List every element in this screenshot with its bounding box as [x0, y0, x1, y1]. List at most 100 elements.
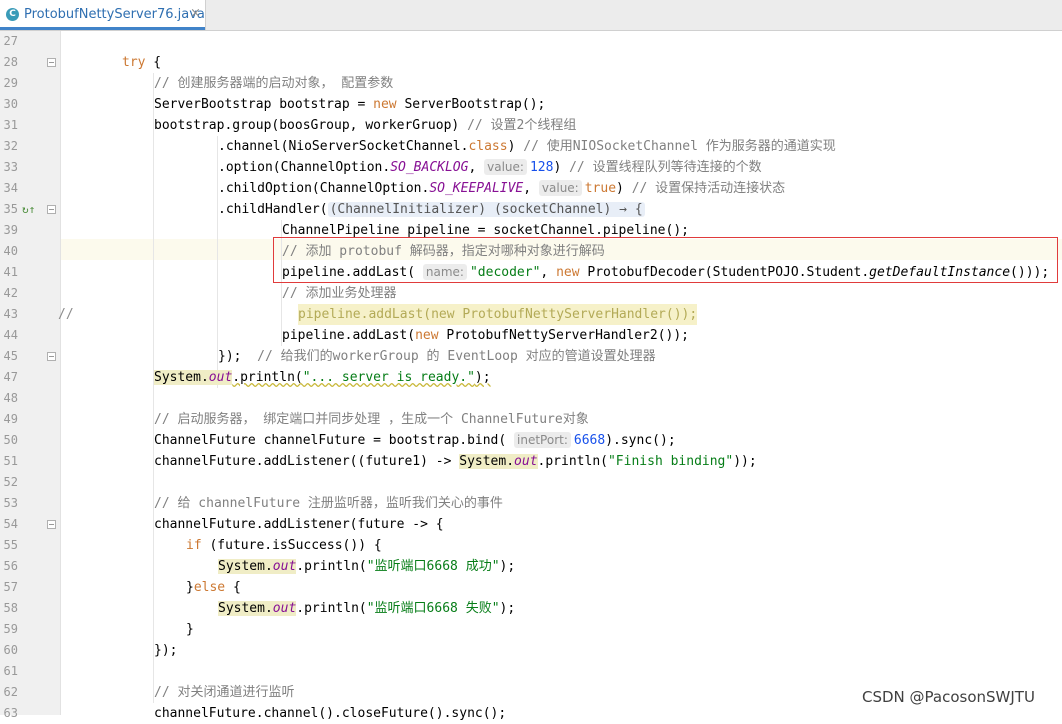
code-text: System. [459, 454, 515, 469]
line-number[interactable]: 47 [0, 367, 18, 388]
comment: // 使用NIOSocketChannel 作为服务器的通道实现 [523, 139, 836, 154]
line-number[interactable]: 28 [0, 52, 18, 73]
fold-toggle-icon[interactable] [47, 520, 56, 529]
code-line-58: System.out.println("监听端口6668 失败"); [218, 598, 515, 619]
code-line-55: if (future.isSuccess()) { [186, 535, 382, 556]
keyword: true [584, 181, 617, 196]
tab-title[interactable]: ProtobufNettyServer76.java [24, 7, 205, 22]
line-number[interactable]: 31 [0, 115, 18, 136]
line-number[interactable]: 57 [0, 577, 18, 598]
line-number[interactable]: 50 [0, 430, 18, 451]
line-number[interactable]: 45 [0, 346, 18, 367]
code-text: channelFuture.addListener((future1) -> [154, 454, 460, 469]
code-line-28: try { [122, 52, 161, 73]
code-text: ProtobufNettyServerHandler2()); [438, 328, 689, 343]
code-text: , [523, 181, 539, 196]
line-number[interactable]: 43 [0, 304, 18, 325]
code-line-44: pipeline.addLast(new ProtobufNettyServer… [282, 325, 689, 346]
comment: // 给我们的workerGroup 的 EventLoop 对应的管道设置处理… [257, 349, 656, 364]
code-line-42: // 添加业务处理器 [282, 286, 397, 301]
line-number[interactable]: 56 [0, 556, 18, 577]
line-number[interactable]: 55 [0, 535, 18, 556]
line-number[interactable]: 32 [0, 136, 18, 157]
constant: SO_KEEPALIVE [429, 181, 524, 196]
fold-toggle-icon[interactable] [47, 58, 56, 67]
implementation-marker-icon[interactable]: ↻↑ [22, 199, 35, 220]
code-text: .println( [537, 454, 608, 469]
code-text: .println( [296, 601, 367, 616]
line-number[interactable]: 29 [0, 73, 18, 94]
keyword: if [186, 538, 202, 553]
code-line-53: // 给 channelFuture 注册监听器，监听我们关心的事件 [154, 496, 503, 511]
line-number[interactable]: 35 [0, 199, 18, 220]
code-text: ); [499, 601, 516, 616]
code-line-51: channelFuture.addListener((future1) -> S… [154, 451, 757, 472]
code-line-32: .channel(NioServerSocketChannel.class) /… [218, 136, 836, 157]
line-number[interactable]: 27 [0, 31, 18, 52]
line-number[interactable]: 61 [0, 661, 18, 682]
line-number[interactable]: 49 [0, 409, 18, 430]
line-number[interactable]: 51 [0, 451, 18, 472]
code-text: , [468, 160, 485, 175]
fold-toggle-icon[interactable] [47, 205, 56, 214]
line-number[interactable]: 52 [0, 472, 18, 493]
line-number[interactable]: 54 [0, 514, 18, 535]
line-number[interactable]: 53 [0, 493, 18, 514]
line-number[interactable]: 44 [0, 325, 18, 346]
code-line-59: } [186, 622, 194, 637]
line-number[interactable]: 58 [0, 598, 18, 619]
code-text: ); [474, 370, 491, 385]
keyword: class [468, 139, 508, 154]
line-number[interactable]: 62 [0, 682, 18, 703]
number-literal: 6668 [573, 433, 606, 448]
gutter-content: 27 28 29 30 31 32 33 34 35 39 40 41 42 43 44 45 47 48 49 50… [0, 31, 74, 720]
constant: SO_BACKLOG [390, 160, 469, 175]
code-line-29: // 创建服务器端的启动对象， 配置参数 [154, 76, 394, 91]
code-text: ).sync(); [605, 433, 676, 448]
code-text: .childHandler( [218, 202, 328, 217]
line-number[interactable]: 39 [0, 220, 18, 241]
code-text: System. [218, 559, 273, 574]
code-text: .option(ChannelOption. [218, 160, 391, 175]
line-number[interactable]: 33 [0, 157, 18, 178]
line-number[interactable]: 59 [0, 619, 18, 640]
fold-toggle-icon[interactable] [47, 352, 56, 361]
code-text: { [145, 55, 162, 70]
code-line-33: .option(ChannelOption.SO_BACKLOG, value:… [218, 157, 762, 178]
line-number[interactable]: 30 [0, 94, 18, 115]
number-literal: 128 [529, 160, 554, 175]
parameter-hint: value: [484, 159, 527, 175]
code-line-34: .childOption(ChannelOption.SO_KEEPALIVE,… [218, 178, 785, 199]
code-text: ) [553, 160, 570, 175]
code-text: pipeline.addLast( [282, 328, 416, 343]
line-number[interactable]: 40 [0, 241, 18, 262]
keyword: new [431, 307, 455, 322]
code-text: System. [218, 601, 273, 616]
code-text: ) [616, 181, 632, 196]
static-field: out [514, 454, 538, 469]
folded-lambda[interactable]: (ChannelInitializer) (socketChannel) → { [327, 202, 645, 217]
line-number[interactable]: 41 [0, 262, 18, 283]
line-number[interactable]: 63 [0, 703, 18, 724]
line-number[interactable]: 60 [0, 640, 18, 661]
string-literal: "监听端口6668 失败" [366, 601, 500, 616]
editor-tab-bar: C ProtobufNettyServer76.java × [0, 0, 1062, 31]
string-literal: "监听端口6668 成功" [366, 559, 500, 574]
indent-guide [153, 73, 154, 703]
highlight-annotation-box [273, 237, 1058, 283]
line-number[interactable]: 42 [0, 283, 18, 304]
close-icon[interactable]: × [190, 6, 201, 21]
watermark: CSDN @PacosonSWJTU [862, 688, 1035, 706]
line-number[interactable]: 48 [0, 388, 18, 409]
line-number[interactable]: 34 [0, 178, 18, 199]
keyword: try [122, 55, 146, 70]
tab-protobuf-netty-server[interactable]: C ProtobufNettyServer76.java × [0, 0, 206, 30]
code-editor[interactable]: try { // 创建服务器端的启动对象， 配置参数 ServerBootstr… [61, 31, 1062, 721]
code-line-47: System.out.println("... server is ready.… [154, 367, 491, 388]
string-literal: "Finish binding" [607, 454, 734, 469]
code-text: ServerBootstrap bootstrap = [154, 97, 374, 112]
code-text: }); [218, 349, 258, 364]
keyword: new [415, 328, 439, 343]
code-text: .channel(NioServerSocketChannel. [218, 139, 469, 154]
code-line-30: ServerBootstrap bootstrap = new ServerBo… [154, 94, 545, 115]
